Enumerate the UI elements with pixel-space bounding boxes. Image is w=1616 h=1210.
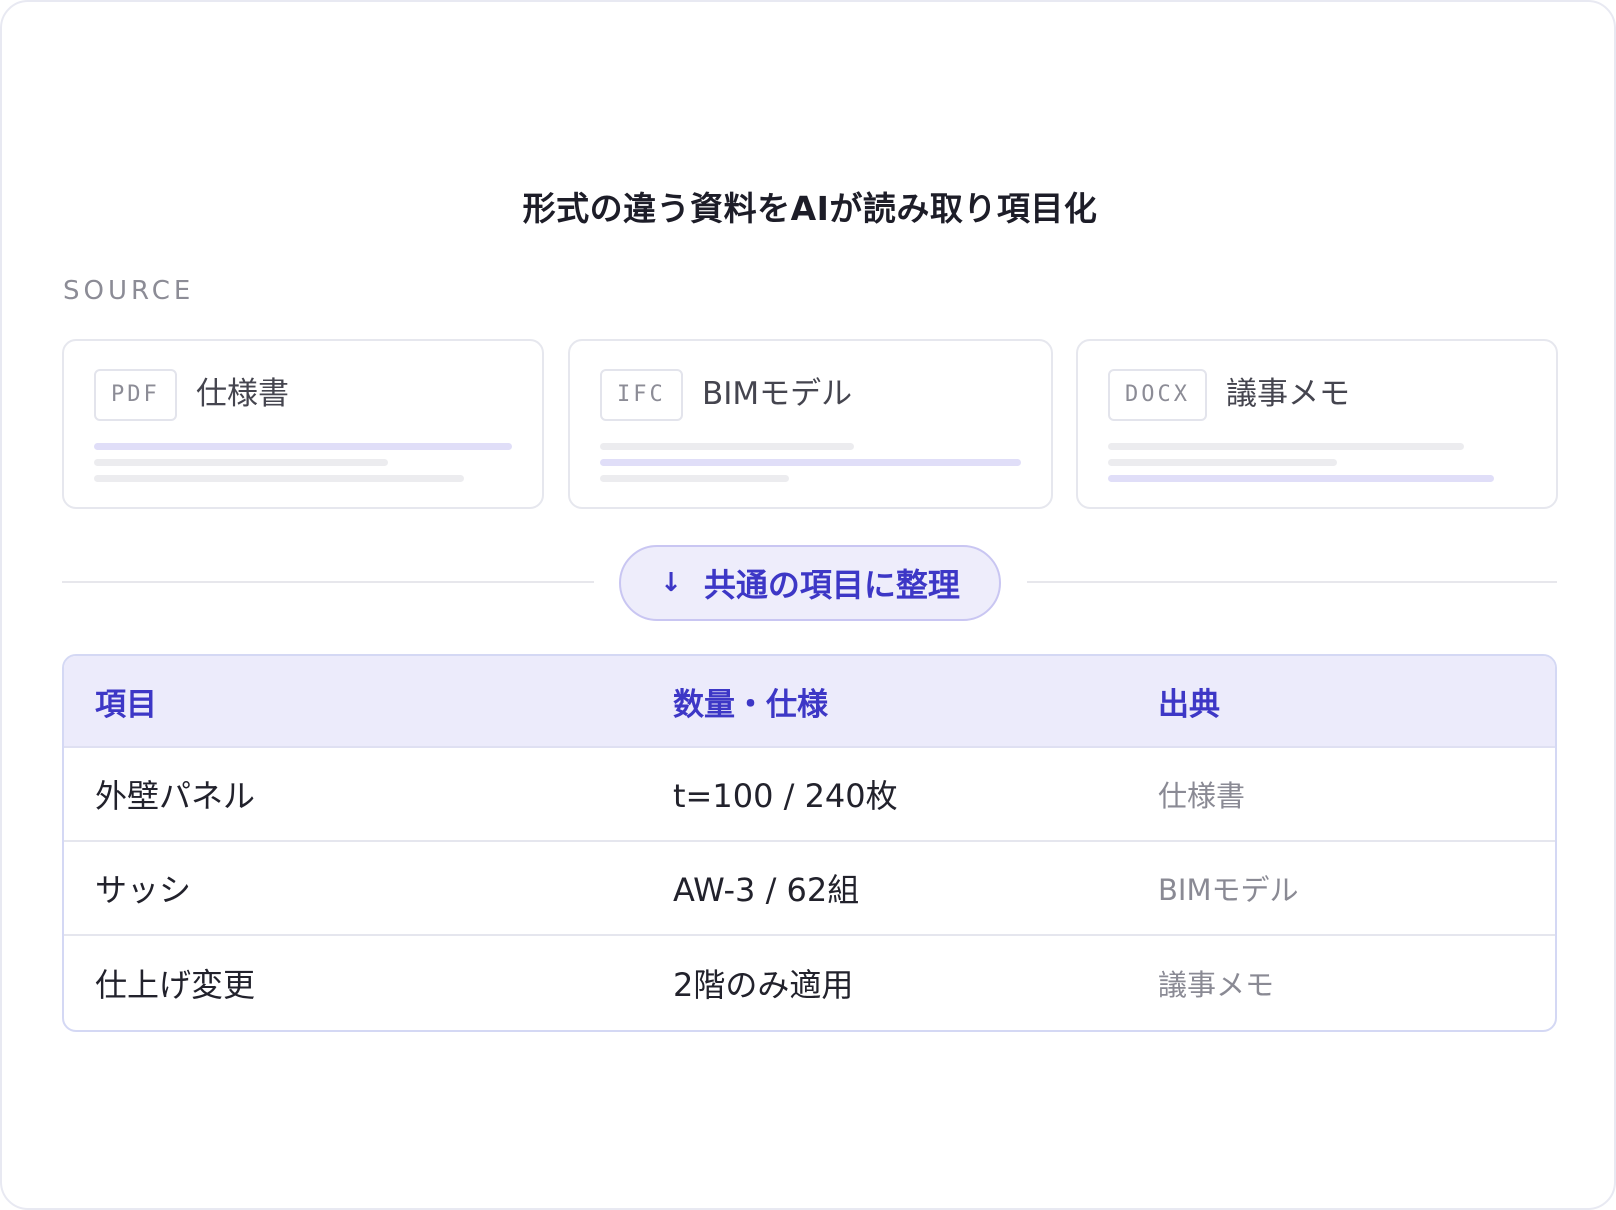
main-panel: 形式の違う資料をAIが読み取り項目化 SOURCE PDF 仕様書 IFC BI… — [0, 0, 1616, 1210]
column-header-item: 項目 — [95, 686, 157, 723]
table-row: 仕上げ変更 2階のみ適用 議事メモ — [64, 936, 1555, 1030]
table-row: 外壁パネル t=100 / 240枚 仕様書 — [64, 748, 1555, 842]
content-line — [94, 475, 464, 482]
organize-label: 共通の項目に整理 — [703, 566, 960, 604]
content-line — [600, 475, 789, 482]
source-section-label: SOURCE — [63, 276, 195, 306]
content-line — [600, 443, 854, 450]
source-name: 議事メモ — [1226, 376, 1350, 412]
source-card-pdf: PDF 仕様書 — [62, 339, 544, 509]
item-cell: 仕上げ変更 — [95, 966, 256, 1004]
spec-cell: 2階のみ適用 — [673, 966, 854, 1004]
result-table: 項目 数量・仕様 出典 外壁パネル t=100 / 240枚 仕様書 サッシ A… — [62, 654, 1557, 1032]
table-header-row: 項目 数量・仕様 出典 — [64, 656, 1555, 748]
content-line — [1108, 443, 1464, 450]
divider-left — [62, 581, 594, 583]
source-cell: 議事メモ — [1158, 968, 1275, 1002]
content-line — [1108, 475, 1494, 482]
format-badge: IFC — [600, 369, 683, 421]
content-line — [1108, 459, 1337, 466]
content-line — [94, 443, 512, 450]
source-name: 仕様書 — [196, 376, 289, 412]
spec-cell: AW-3 / 62組 — [673, 871, 860, 909]
source-cell: 仕様書 — [1158, 779, 1246, 813]
item-cell: サッシ — [95, 871, 192, 909]
spec-cell: t=100 / 240枚 — [673, 777, 898, 815]
column-header-spec: 数量・仕様 — [673, 686, 828, 723]
content-line — [94, 459, 388, 466]
arrow-down-icon: ↓ — [660, 568, 682, 598]
divider-right — [1027, 581, 1557, 583]
column-header-source: 出典 — [1158, 686, 1220, 723]
content-line — [600, 459, 1021, 466]
source-card-docx: DOCX 議事メモ — [1076, 339, 1558, 509]
page-title: 形式の違う資料をAIが読み取り項目化 — [522, 189, 1098, 228]
format-badge: PDF — [94, 369, 177, 421]
source-cell: BIMモデル — [1158, 873, 1299, 907]
source-card-ifc: IFC BIMモデル — [568, 339, 1053, 509]
item-cell: 外壁パネル — [95, 777, 256, 815]
source-name: BIMモデル — [702, 376, 853, 412]
organize-step-pill: ↓ 共通の項目に整理 — [619, 545, 1001, 621]
table-row: サッシ AW-3 / 62組 BIMモデル — [64, 842, 1555, 936]
format-badge: DOCX — [1108, 369, 1207, 421]
